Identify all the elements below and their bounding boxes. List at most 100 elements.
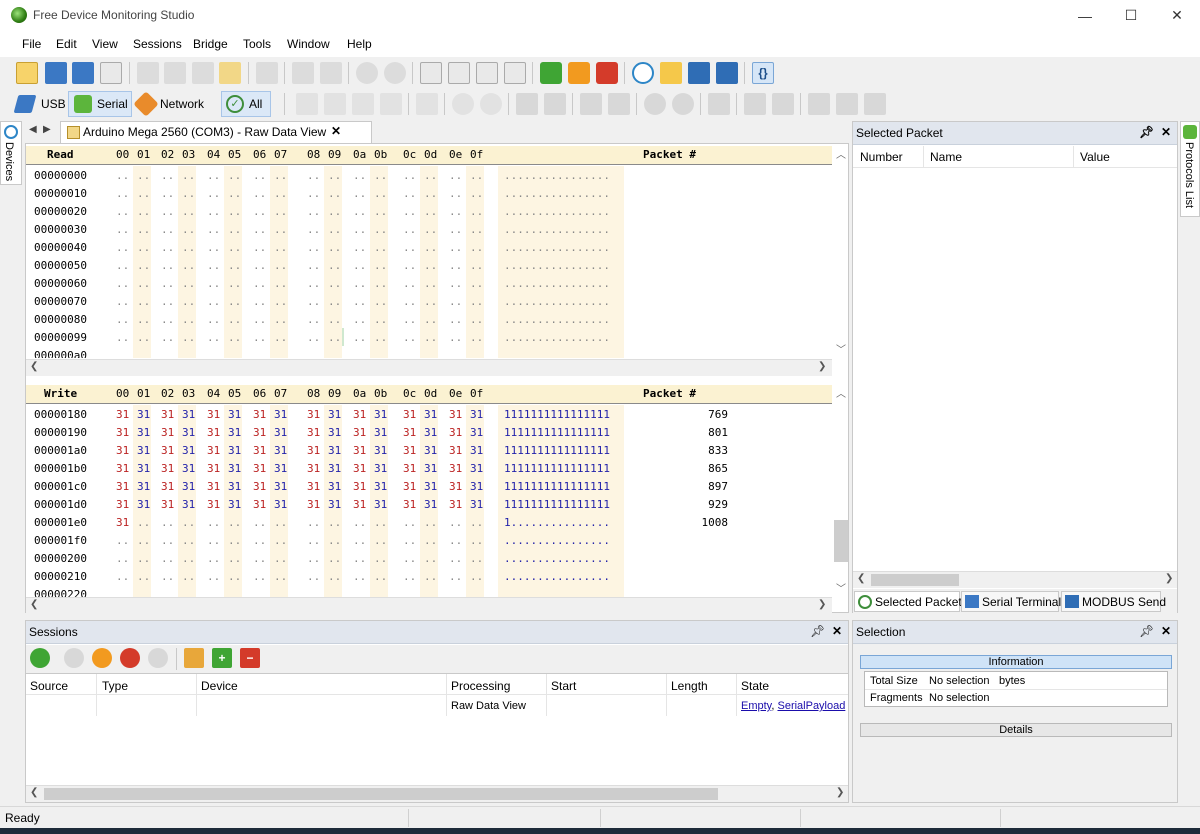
hex-byte[interactable]: .. bbox=[116, 552, 129, 565]
hex-byte[interactable]: .. bbox=[182, 313, 195, 326]
hex-byte[interactable]: .. bbox=[403, 205, 416, 218]
hex-byte[interactable]: .. bbox=[274, 331, 287, 344]
col-source[interactable]: Source bbox=[30, 679, 68, 693]
session-row[interactable]: Raw Data View Empty, SerialPayload bbox=[26, 696, 848, 716]
hex-byte[interactable]: .. bbox=[161, 259, 174, 272]
details-section[interactable]: Details bbox=[860, 723, 1172, 737]
col-device[interactable]: Device bbox=[201, 679, 238, 693]
hex-byte[interactable]: .. bbox=[307, 516, 320, 529]
hex-byte[interactable]: .. bbox=[307, 205, 320, 218]
hex-byte[interactable]: 31 bbox=[424, 480, 437, 493]
menu-window[interactable]: Window bbox=[287, 37, 330, 51]
hex-byte[interactable]: .. bbox=[161, 516, 174, 529]
hex-byte[interactable]: .. bbox=[328, 331, 341, 344]
hex-byte[interactable]: .. bbox=[328, 223, 341, 236]
hex-byte[interactable]: .. bbox=[137, 552, 150, 565]
hex-byte[interactable]: 31 bbox=[253, 462, 266, 475]
hex-byte[interactable]: .. bbox=[328, 570, 341, 583]
hex-byte[interactable]: .. bbox=[374, 331, 387, 344]
graph-icon[interactable] bbox=[708, 93, 730, 115]
hex-byte[interactable]: .. bbox=[424, 223, 437, 236]
hex-byte[interactable]: .. bbox=[116, 534, 129, 547]
hex-byte[interactable]: .. bbox=[274, 241, 287, 254]
hex-byte[interactable]: .. bbox=[274, 313, 287, 326]
hex-byte[interactable]: .. bbox=[449, 313, 462, 326]
hex-byte[interactable]: 31 bbox=[116, 426, 129, 439]
hex-byte[interactable]: .. bbox=[137, 516, 150, 529]
col-processing[interactable]: Processing bbox=[451, 679, 510, 693]
hex-byte[interactable]: .. bbox=[353, 516, 366, 529]
hex-byte[interactable]: .. bbox=[307, 277, 320, 290]
hex-byte[interactable]: .. bbox=[470, 331, 483, 344]
ascii-text[interactable]: 1111111111111111 bbox=[504, 426, 610, 439]
hex-byte[interactable]: .. bbox=[161, 169, 174, 182]
import-icon[interactable] bbox=[808, 93, 830, 115]
hex-byte[interactable]: .. bbox=[207, 295, 220, 308]
hex-byte[interactable]: .. bbox=[137, 277, 150, 290]
hex-byte[interactable]: .. bbox=[449, 552, 462, 565]
paste-special-icon[interactable] bbox=[219, 62, 241, 84]
split-icon[interactable] bbox=[608, 93, 630, 115]
sessions-hscroll[interactable]: ❮ ❯ bbox=[26, 785, 848, 802]
start-icon[interactable] bbox=[540, 62, 562, 84]
hex-byte[interactable]: .. bbox=[449, 169, 462, 182]
session-columns-icon[interactable] bbox=[184, 648, 204, 668]
hex-byte[interactable]: .. bbox=[161, 313, 174, 326]
hex-byte[interactable]: 31 bbox=[274, 462, 287, 475]
window-icon[interactable] bbox=[716, 62, 738, 84]
hex-byte[interactable]: 31 bbox=[116, 480, 129, 493]
hex-byte[interactable]: 31 bbox=[470, 498, 483, 511]
hex-byte[interactable]: .. bbox=[137, 331, 150, 344]
filter-serial[interactable]: Serial bbox=[97, 97, 128, 111]
hex-byte[interactable]: .. bbox=[403, 570, 416, 583]
hex-byte[interactable]: 31 bbox=[374, 408, 387, 421]
hex-byte[interactable]: .. bbox=[328, 552, 341, 565]
hex-byte[interactable]: .. bbox=[228, 295, 241, 308]
hex-byte[interactable]: .. bbox=[328, 187, 341, 200]
ascii-text[interactable]: ................ bbox=[504, 259, 610, 272]
hex-byte[interactable]: 31 bbox=[424, 426, 437, 439]
hex-byte[interactable]: .. bbox=[353, 331, 366, 344]
column-value[interactable]: Value bbox=[1080, 150, 1110, 164]
column-number[interactable]: Number bbox=[860, 150, 903, 164]
hex-byte[interactable]: 31 bbox=[228, 480, 241, 493]
hex-byte[interactable]: 31 bbox=[274, 480, 287, 493]
hex-byte[interactable]: .. bbox=[328, 241, 341, 254]
hex-byte[interactable]: .. bbox=[449, 534, 462, 547]
hex-byte[interactable]: .. bbox=[137, 187, 150, 200]
hex-byte[interactable]: .. bbox=[137, 205, 150, 218]
menu-file[interactable]: File bbox=[22, 37, 41, 51]
hex-byte[interactable]: .. bbox=[470, 169, 483, 182]
hex-byte[interactable]: .. bbox=[328, 516, 341, 529]
copy-icon[interactable] bbox=[164, 62, 186, 84]
hex-byte[interactable]: 31 bbox=[182, 408, 195, 421]
ascii-text[interactable]: 1111111111111111 bbox=[504, 480, 610, 493]
cluster-icon[interactable] bbox=[644, 93, 666, 115]
hex-byte[interactable]: 31 bbox=[470, 444, 483, 457]
hex-byte[interactable]: .. bbox=[274, 570, 287, 583]
selection-close-icon[interactable]: ✕ bbox=[1161, 624, 1171, 638]
hex-byte[interactable]: .. bbox=[116, 259, 129, 272]
hex-byte[interactable]: .. bbox=[470, 187, 483, 200]
hex-byte[interactable]: .. bbox=[470, 259, 483, 272]
hex-byte[interactable]: 31 bbox=[403, 426, 416, 439]
ascii-text[interactable]: ................ bbox=[504, 313, 610, 326]
hex-byte[interactable]: 31 bbox=[307, 480, 320, 493]
hex-byte[interactable]: .. bbox=[182, 295, 195, 308]
hex-byte[interactable]: .. bbox=[116, 295, 129, 308]
hex-byte[interactable]: 31 bbox=[353, 408, 366, 421]
hex-byte[interactable]: .. bbox=[424, 295, 437, 308]
selected-packet-hscroll[interactable]: ❮ ❯ bbox=[853, 571, 1177, 588]
hex-byte[interactable]: 31 bbox=[449, 408, 462, 421]
hex-byte[interactable]: .. bbox=[207, 187, 220, 200]
chart-wave-icon[interactable] bbox=[772, 93, 794, 115]
monitor-icon[interactable] bbox=[688, 62, 710, 84]
hex-byte[interactable]: 31 bbox=[207, 498, 220, 511]
hex-byte[interactable]: .. bbox=[161, 534, 174, 547]
select-icon[interactable] bbox=[296, 93, 318, 115]
ascii-text[interactable]: ................ bbox=[504, 570, 610, 583]
hex-byte[interactable]: 31 bbox=[161, 480, 174, 493]
stop-icon[interactable] bbox=[596, 62, 618, 84]
hex-byte[interactable]: .. bbox=[274, 295, 287, 308]
hex-byte[interactable]: 31 bbox=[307, 408, 320, 421]
